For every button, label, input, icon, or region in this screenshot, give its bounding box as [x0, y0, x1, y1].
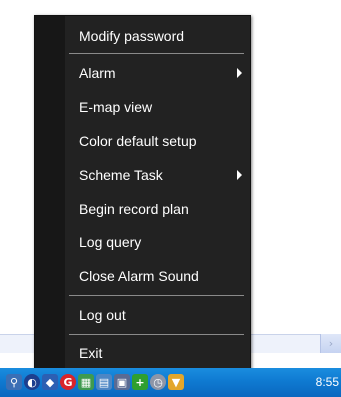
app-icon[interactable]: ◐: [24, 374, 40, 390]
security-icon[interactable]: ◆: [42, 374, 58, 390]
system-clock[interactable]: 8:55: [316, 375, 339, 389]
menu-icon-gutter: [35, 16, 65, 371]
menu-item-exit[interactable]: Exit: [79, 342, 244, 364]
submenu-arrow-icon: [237, 170, 242, 180]
menu-item-color-default-setup[interactable]: Color default setup: [79, 130, 244, 152]
menu-item-label: E-map view: [79, 99, 153, 115]
network-drive-icon[interactable]: ▤: [96, 374, 112, 390]
menu-item-close-alarm-sound[interactable]: Close Alarm Sound: [79, 265, 244, 287]
menu-separator: [69, 53, 244, 54]
menu-item-label: Exit: [79, 345, 103, 361]
menu-item-label: Scheme Task: [79, 167, 163, 183]
program-icon[interactable]: ▦: [78, 374, 94, 390]
clock-app-icon[interactable]: ◷: [150, 374, 166, 390]
menu-item-label: Begin record plan: [79, 201, 189, 217]
shield-icon[interactable]: ▼: [168, 374, 184, 390]
menu-item-begin-record-plan[interactable]: Begin record plan: [79, 198, 244, 220]
taskbar-tray: ⚲ ◐ ◆ G ▦ ▤ ▣ + ◷ ▼ 8:55: [0, 368, 341, 397]
menu-item-label: Close Alarm Sound: [79, 268, 199, 284]
menu-item-label: Log query: [79, 234, 142, 250]
menu-item-alarm[interactable]: Alarm: [79, 62, 244, 84]
update-icon[interactable]: +: [132, 374, 148, 390]
menu-item-e-map-view[interactable]: E-map view: [79, 96, 244, 118]
network-icon[interactable]: ⚲: [6, 374, 22, 390]
menu-item-modify-password[interactable]: Modify password: [79, 25, 244, 47]
submenu-arrow-icon: [237, 68, 242, 78]
menu-item-log-out[interactable]: Log out: [79, 304, 244, 326]
menu-item-log-query[interactable]: Log query: [79, 231, 244, 253]
menu-separator: [69, 334, 244, 335]
tray-icon-list: ⚲ ◐ ◆ G ▦ ▤ ▣ + ◷ ▼: [6, 374, 184, 392]
menu-item-label: Log out: [79, 307, 126, 323]
monitor-icon[interactable]: ▣: [114, 374, 130, 390]
context-menu: Modify password Alarm E-map view Color d…: [34, 15, 251, 372]
menu-item-label: Modify password: [79, 28, 185, 44]
scroll-right-button[interactable]: ›: [320, 334, 341, 353]
menu-item-label: Alarm: [79, 65, 116, 81]
antivirus-icon[interactable]: G: [60, 374, 76, 390]
menu-item-scheme-task[interactable]: Scheme Task: [79, 164, 244, 186]
menu-item-label: Color default setup: [79, 133, 197, 149]
menu-separator: [69, 295, 244, 296]
